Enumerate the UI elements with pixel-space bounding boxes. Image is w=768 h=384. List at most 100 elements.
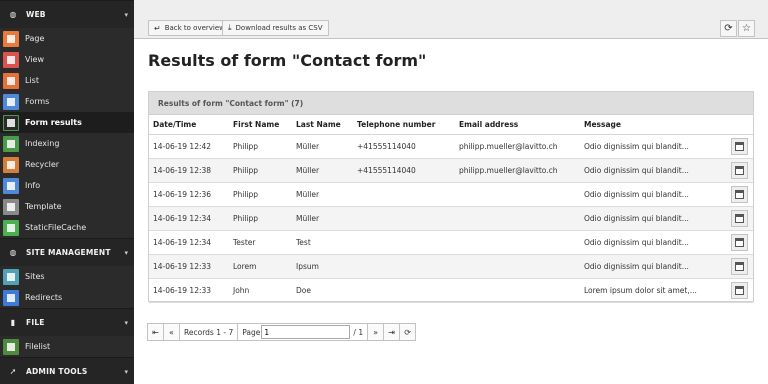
page-number-input[interactable] [261,325,351,339]
previous-page-button[interactable]: « [163,323,180,341]
first-page-button[interactable]: ⇤ [147,323,164,341]
cell-first-name: Tester [229,230,292,255]
previous-page-icon: « [169,327,174,337]
sidebar-section-header[interactable]: ◍ SITE MANAGEMENT ▾ [0,238,134,266]
template-icon [3,198,19,215]
back-to-overview-label: Back to overview [164,24,225,32]
page-icon [3,30,19,47]
table-row: 14-06-19 12:42 Philipp Müller +41555114040 p… [149,134,753,159]
sidebar-item-label: View [25,55,44,64]
sidebar-item[interactable]: Form results [0,112,134,133]
sidebar-item[interactable]: Info [0,175,134,196]
details-icon [735,261,744,271]
cell-email: philipp.mueller@lavitto.ch [455,134,580,159]
indexing-icon [3,135,19,152]
column-header-email: Email address [455,115,580,135]
show-details-button[interactable] [731,257,748,275]
back-to-overview-button[interactable]: ↵ Back to overview [148,20,231,36]
cell-telephone [353,278,455,303]
sidebar-item-label: Form results [25,118,82,127]
sidebar-section-title: FILE [26,318,45,327]
sidebar-item[interactable]: Indexing [0,133,134,154]
next-page-button[interactable]: » [367,323,385,341]
recycler-icon [3,156,19,173]
cell-last-name: Test [292,230,353,255]
sidebar-item[interactable]: View [0,49,134,70]
sidebar-item[interactable]: Forms [0,91,134,112]
show-details-button[interactable] [731,161,748,179]
column-header-first-name: First Name [229,115,292,135]
info-icon [3,177,19,194]
column-header-message: Message [580,115,728,135]
refresh-page-button[interactable]: ⟳ [399,323,417,341]
form-results-icon [3,114,19,131]
sidebar-item-label: Redirects [25,293,63,302]
table-header-row: Date/Time First Name Last Name Telephone… [149,115,753,135]
show-details-button[interactable] [731,209,748,227]
details-icon [735,213,744,223]
show-details-button[interactable] [731,233,748,251]
details-icon [735,237,744,247]
cell-email [455,278,580,303]
last-page-icon: ⇥ [388,327,395,337]
sidebar-item[interactable]: List [0,70,134,91]
sidebar-section-header[interactable]: ▮ FILE ▾ [0,308,134,336]
sidebar-section-title: SITE MANAGEMENT [26,248,111,257]
download-csv-label: Download results as CSV [235,24,323,32]
page-total-label: / 1 [353,327,364,337]
table-row: 14-06-19 12:34 Philipp Müller Odio dignissi… [149,206,753,231]
cell-message: Odio dignissim qui blandit... [580,230,728,255]
cell-email [455,182,580,207]
reload-button[interactable]: ⟳ [720,20,737,37]
details-icon [735,285,744,295]
column-header-actions [728,115,753,135]
eye-icon [3,51,19,68]
cell-email [455,254,580,279]
show-details-button[interactable] [731,281,748,299]
sidebar-item[interactable]: StaticFileCache [0,217,134,238]
sidebar-item[interactable]: Sites [0,266,134,287]
sidebar-item[interactable]: Template [0,196,134,217]
details-icon [735,165,744,175]
cell-date: 14-06-19 12:42 [149,134,229,159]
cell-message: Odio dignissim qui blandit... [580,134,728,159]
cell-message: Odio dignissim qui blandit... [580,206,728,231]
bookmark-button[interactable]: ☆ [738,20,755,37]
next-page-icon: » [373,327,379,337]
cell-message: Odio dignissim qui blandit... [580,158,728,183]
module-sidebar: ◍ WEB ▾ Page View List Forms Form results Indexi… [0,0,134,384]
sidebar-item-label: Indexing [25,139,60,148]
cell-actions [728,254,753,279]
list-icon [3,72,19,89]
sidebar-section-header[interactable]: ➚ ADMIN TOOLS ▾ [0,357,134,384]
sidebar-item[interactable]: Redirects [0,287,134,308]
static-file-cache-icon [3,219,19,236]
cell-last-name: Müller [292,158,353,183]
sidebar-section-header[interactable]: ◍ WEB ▾ [0,0,134,28]
download-icon: ⤓ [228,23,232,32]
first-page-icon: ⇤ [152,327,159,337]
cell-actions [728,158,753,183]
cell-actions [728,134,753,159]
chevron-down-icon: ▾ [124,248,128,257]
back-icon: ↵ [154,23,161,33]
sidebar-item[interactable]: Recycler [0,154,134,175]
page-selector: Page / 1 [237,323,369,341]
download-csv-button[interactable]: ⤓ Download results as CSV [222,20,329,36]
cell-date: 14-06-19 12:34 [149,230,229,255]
sidebar-item-label: Forms [25,97,50,106]
last-page-button[interactable]: ⇥ [383,323,401,341]
sidebar-item[interactable]: Page [0,28,134,49]
cell-telephone: +41555114040 [353,158,455,183]
cell-first-name: Philipp [229,206,292,231]
column-header-date: Date/Time [149,115,229,135]
cell-actions [728,206,753,231]
page-title: Results of form "Contact form" [148,51,427,70]
table-row: 14-06-19 12:34 Tester Test Odio dignissim q… [149,230,753,255]
sidebar-item-label: StaticFileCache [25,223,87,232]
sidebar-item[interactable]: Filelist [0,336,134,357]
show-details-button[interactable] [731,137,748,155]
sidebar-item-label: Recycler [25,160,60,169]
show-details-button[interactable] [731,185,748,203]
details-icon [735,189,744,199]
